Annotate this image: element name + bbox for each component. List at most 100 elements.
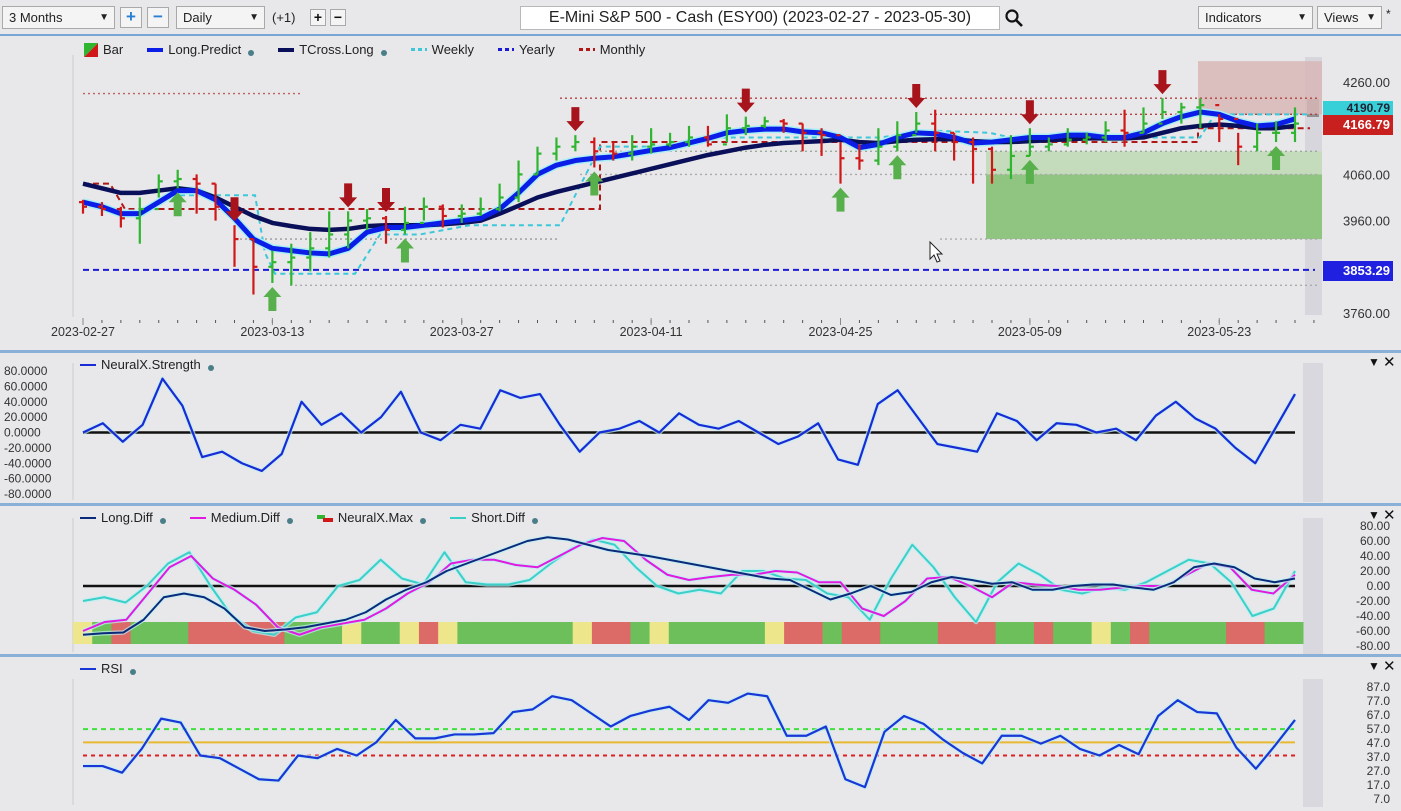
neuralx-max-band — [207, 622, 228, 644]
y-tick-label: 3960.00 — [1343, 214, 1390, 229]
weekly-price-tag: 4190.79 — [1323, 101, 1393, 115]
neuralx-max-band — [937, 622, 958, 644]
diff-chart[interactable]: 80.0060.0040.0020.000.00-20.00-40.00-60.… — [0, 506, 1401, 654]
neuralx-max-band — [572, 622, 593, 644]
neuralx-max-band — [860, 622, 881, 644]
range-select-value: 3 Months — [9, 10, 63, 25]
search-icon[interactable] — [1004, 8, 1024, 28]
price-chart[interactable]: 2023-02-27 2023-03-13 2023-03-27 2023-04-11… — [0, 37, 1401, 350]
neuralx-max-band — [1033, 622, 1054, 644]
rsi-chart[interactable]: 87.077.067.057.047.037.027.017.07.0 — [0, 657, 1401, 811]
views-select[interactable]: Views ▼ — [1317, 6, 1382, 29]
y-tick-label: 20.0000 — [4, 410, 48, 424]
neuralx-max-band — [438, 622, 458, 644]
strength-chart[interactable]: 80.000060.0000 40.000020.0000 0.0000-20.00… — [0, 353, 1401, 503]
up-arrow-icon — [888, 155, 907, 180]
y-tick-label: 80.0000 — [4, 364, 48, 378]
strength-panel: NeuralX.Strength ▼ ✕ 80.0000 60.0000 40.00… — [0, 353, 1401, 503]
zoom-out-button[interactable]: − — [147, 7, 169, 28]
neuralx-max-band — [918, 622, 939, 644]
modified-indicator: * — [1386, 7, 1391, 21]
y-tick-label: 67.0 — [1367, 708, 1391, 722]
x-tick-label: 2023-05-09 — [998, 325, 1062, 339]
neuralx-max-band — [611, 622, 631, 644]
offset-label: (+1) — [272, 10, 296, 25]
zoom-in-button[interactable]: + — [120, 7, 142, 28]
y-tick-label: 20.00 — [1360, 564, 1390, 578]
neuralx-max-band — [495, 622, 516, 644]
x-tick-label: 2023-03-27 — [430, 325, 494, 339]
indicators-label: Indicators — [1205, 10, 1262, 25]
chevron-down-icon: ▼ — [1366, 12, 1376, 23]
neuralx-max-band — [1091, 622, 1112, 644]
y-tick-label: -40.00 — [1356, 609, 1390, 623]
x-tick-label: 2023-02-27 — [51, 325, 115, 339]
neuralx-max-band — [1053, 622, 1073, 644]
y-tick-label: 40.00 — [1360, 549, 1390, 563]
y-tick-label: 4260.00 — [1343, 75, 1390, 90]
y-tick-label: -60.00 — [1356, 624, 1390, 638]
x-tick-label: 2023-05-23 — [1187, 325, 1251, 339]
neuralx-max-band — [976, 622, 996, 644]
y-tick-label: 57.0 — [1367, 722, 1391, 736]
rsi-line-glow — [83, 691, 1297, 790]
y-tick-label: -20.0000 — [4, 441, 52, 455]
down-arrow-icon — [736, 88, 755, 113]
neuralx-max-band — [822, 622, 843, 644]
neuralx-strength-line-glow — [82, 376, 1298, 474]
toolbar: 3 Months ▼ + − Daily ▼ (+1) + − E-Mini S… — [0, 0, 1401, 36]
neuralx-max-band — [515, 622, 535, 644]
yearly-price-tag: 3853.29 — [1323, 261, 1393, 281]
panel-scrollbar[interactable] — [1303, 363, 1323, 502]
y-tick-label: 0.0000 — [4, 426, 41, 440]
x-tick-label: 2023-04-25 — [809, 325, 873, 339]
neuralx-max-band — [803, 622, 824, 644]
offset-minus-button[interactable]: − — [330, 9, 346, 26]
neuralx-max-band — [591, 622, 612, 644]
up-arrow-icon — [831, 187, 850, 212]
y-tick-label: 7.0 — [1373, 792, 1390, 806]
chevron-down-icon: ▼ — [99, 12, 109, 23]
neuralx-max-band — [1130, 622, 1150, 644]
y-tick-label: -20.00 — [1356, 594, 1390, 608]
neuralx-max-band — [688, 622, 708, 644]
range-select[interactable]: 3 Months ▼ — [2, 6, 115, 29]
y-tick-label: 3760.00 — [1343, 306, 1390, 321]
neuralx-max-band — [726, 622, 747, 644]
support-zone — [986, 174, 1322, 240]
views-label: Views — [1324, 10, 1359, 25]
neuralx-max-band — [841, 622, 862, 644]
y-tick-label: 47.0 — [1367, 736, 1391, 750]
up-arrow-icon — [263, 286, 282, 311]
neuralx-max-band — [188, 622, 209, 644]
neuralx-max-band — [649, 622, 670, 644]
y-tick-label: -80.00 — [1356, 639, 1390, 653]
neuralx-max-band — [630, 622, 651, 644]
neuralx-max-band — [361, 622, 381, 644]
indicators-select[interactable]: Indicators ▼ — [1198, 6, 1313, 29]
y-tick-label: 37.0 — [1367, 750, 1391, 764]
y-tick-label: 80.00 — [1360, 519, 1390, 533]
neuralx-max-band — [1206, 622, 1227, 644]
y-tick-label: 0.00 — [1367, 579, 1391, 593]
mouse-cursor-icon — [929, 240, 944, 263]
neuralx-max-band — [476, 622, 497, 644]
y-tick-label: 60.00 — [1360, 534, 1390, 548]
x-tick-label: 2023-04-11 — [620, 325, 683, 339]
down-arrow-icon — [907, 84, 926, 109]
y-tick-label: 4060.00 — [1343, 167, 1390, 182]
interval-select[interactable]: Daily ▼ — [176, 6, 265, 29]
neuralx-max-band — [1149, 622, 1169, 644]
neuralx-max-band — [399, 622, 420, 644]
diff-panel: Long.Diff Medium.Diff NeuralX.Max Short.… — [0, 506, 1401, 654]
offset-plus-button[interactable]: + — [310, 9, 326, 26]
panel-scrollbar[interactable] — [1303, 518, 1323, 654]
neuralx-max-band — [149, 622, 170, 644]
y-tick-label: 87.0 — [1367, 680, 1391, 694]
symbol-input[interactable]: E-Mini S&P 500 - Cash (ESY00) (2023-02-2… — [520, 6, 1000, 30]
last-price-tag: 4166.79 — [1323, 115, 1393, 135]
panel-scrollbar[interactable] — [1303, 679, 1323, 807]
neuralx-max-band — [995, 622, 1016, 644]
neuralx-max-band — [380, 622, 401, 644]
neuralx-strength-line — [82, 377, 1296, 473]
